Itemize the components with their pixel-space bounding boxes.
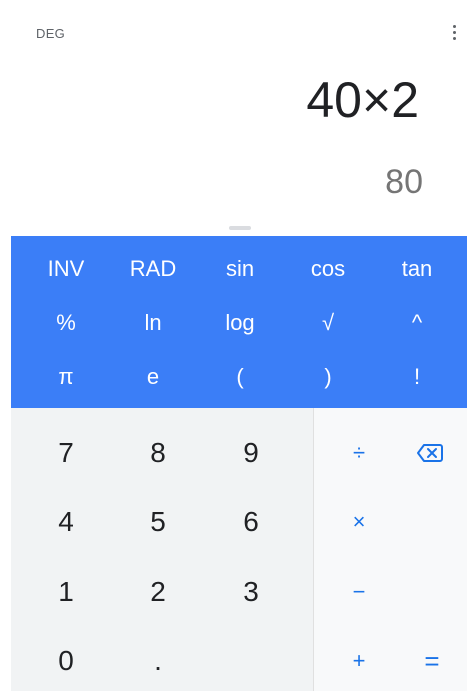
display-area: DEG 40×2 80: [0, 0, 467, 236]
digit-8-button[interactable]: 8: [113, 423, 203, 483]
minus-button[interactable]: −: [324, 562, 394, 622]
inv-button[interactable]: INV: [26, 244, 106, 294]
digit-9-button[interactable]: 9: [206, 423, 296, 483]
digit-3-button[interactable]: 3: [206, 562, 296, 622]
power-button[interactable]: ^: [377, 298, 457, 348]
digit-4-button[interactable]: 4: [21, 492, 111, 552]
digit-1-button[interactable]: 1: [21, 562, 111, 622]
ln-button[interactable]: ln: [113, 298, 193, 348]
digit-7-button[interactable]: 7: [21, 423, 111, 483]
plus-button[interactable]: +: [324, 631, 394, 691]
digit-0-button[interactable]: 0: [21, 631, 111, 691]
more-vert-icon[interactable]: [448, 22, 462, 44]
digit-6-button[interactable]: 6: [206, 492, 296, 552]
digit-5-button[interactable]: 5: [113, 492, 203, 552]
angle-mode-label: DEG: [36, 26, 66, 41]
close-paren-button[interactable]: ): [288, 352, 368, 402]
open-paren-button[interactable]: (: [200, 352, 280, 402]
divide-button[interactable]: ÷: [324, 423, 394, 483]
log-button[interactable]: log: [200, 298, 280, 348]
factorial-button[interactable]: !: [377, 352, 457, 402]
decimal-point-button[interactable]: .: [113, 631, 203, 691]
tan-button[interactable]: tan: [377, 244, 457, 294]
result-preview: 80: [385, 163, 423, 201]
operator-column: ÷ × − + =: [313, 408, 467, 691]
backspace-icon[interactable]: [415, 438, 445, 468]
drag-handle[interactable]: [229, 226, 251, 230]
multiply-button[interactable]: ×: [324, 492, 394, 552]
e-button[interactable]: e: [113, 352, 193, 402]
pi-button[interactable]: π: [26, 352, 106, 402]
equals-button[interactable]: =: [397, 631, 467, 691]
sqrt-button[interactable]: √: [288, 298, 368, 348]
digit-2-button[interactable]: 2: [113, 562, 203, 622]
cos-button[interactable]: cos: [288, 244, 368, 294]
expression-display: 40×2: [306, 72, 419, 128]
scientific-panel: INV RAD sin cos tan % ln log √ ^ π e ( )…: [11, 236, 467, 408]
rad-button[interactable]: RAD: [113, 244, 193, 294]
sin-button[interactable]: sin: [200, 244, 280, 294]
percent-button[interactable]: %: [26, 298, 106, 348]
